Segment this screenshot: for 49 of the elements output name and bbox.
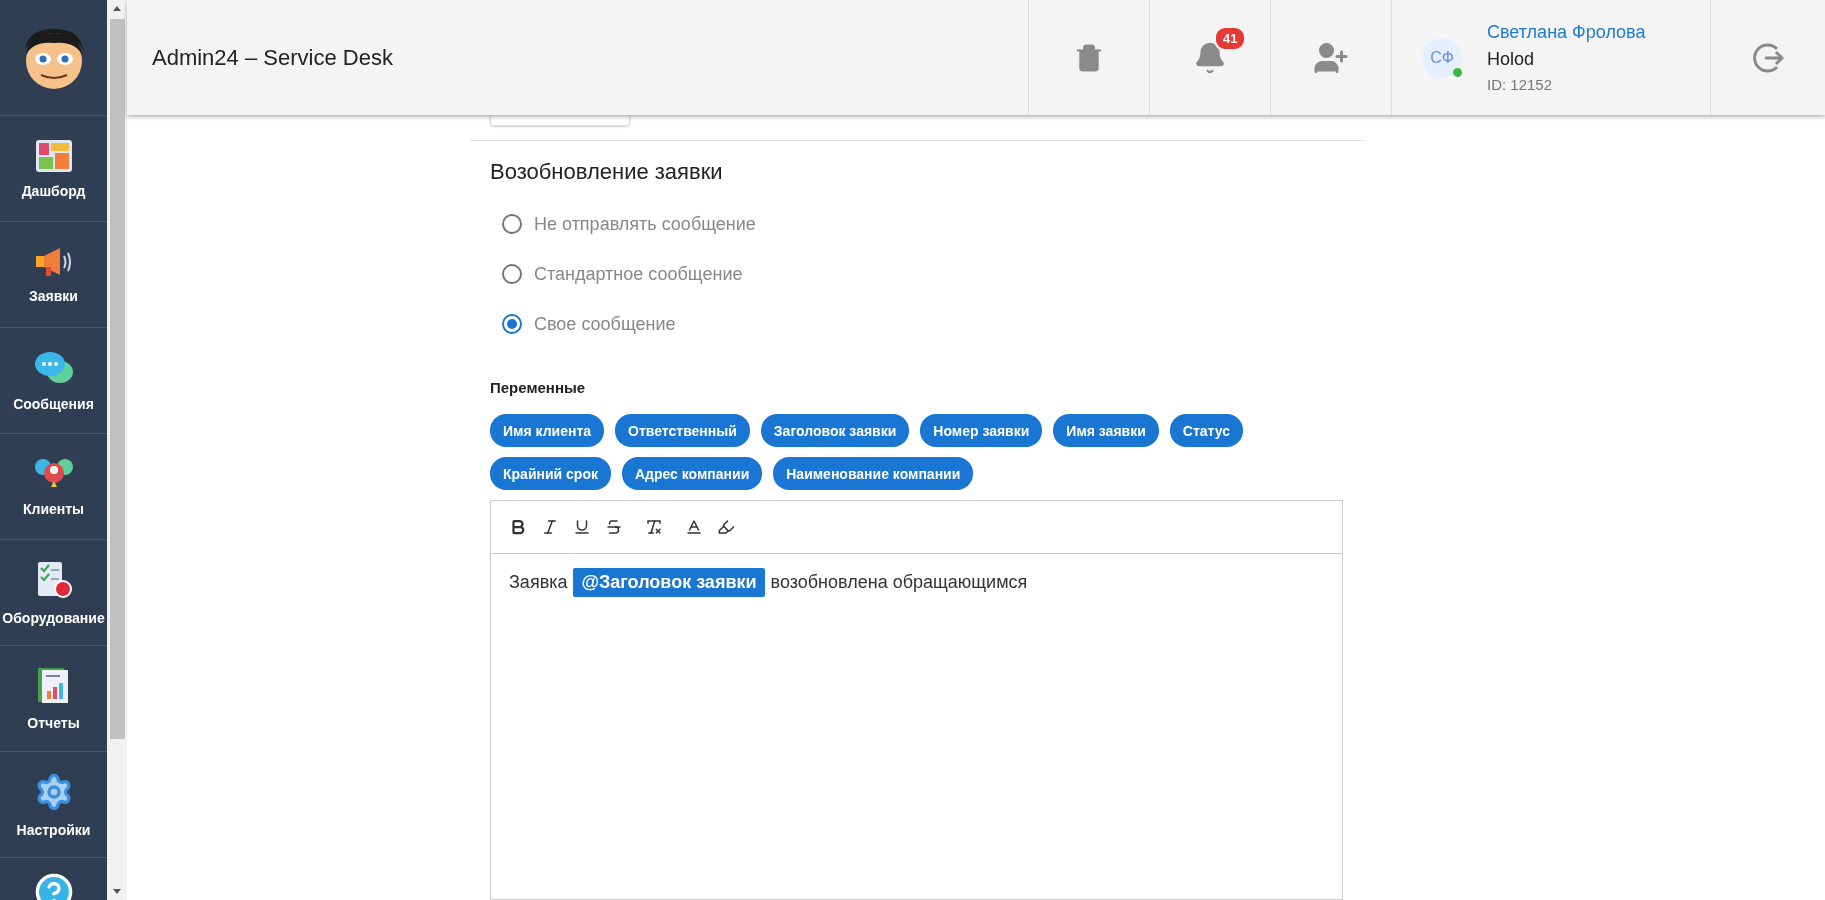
radio-option[interactable]: Стандартное сообщение (502, 249, 1363, 299)
radio-option[interactable]: Свое сообщение (502, 299, 1363, 349)
radio-label: Стандартное сообщение (534, 263, 743, 285)
trash-button[interactable] (1074, 42, 1104, 73)
scrollbar[interactable] (107, 0, 127, 900)
clear-format-button[interactable] (645, 518, 663, 536)
italic-button[interactable] (541, 518, 559, 536)
dashboard-icon (34, 138, 73, 173)
sidebar-item[interactable]: Оборудование (0, 540, 107, 646)
sidebar-item[interactable]: Дашборд (0, 116, 107, 222)
variable-chip[interactable]: Ответственный (615, 414, 750, 447)
radio-label: Свое сообщение (534, 313, 676, 335)
radio-label: Не отправлять сообщение (534, 213, 756, 235)
sidebar-item[interactable]: Отчеты (0, 646, 107, 752)
variable-chip[interactable]: Имя клиента (490, 414, 605, 447)
logout-icon (1751, 40, 1785, 75)
highlight-button[interactable] (717, 518, 735, 536)
company-name: Holod (1487, 49, 1536, 70)
user-name-link[interactable]: Светлана Фролова (1487, 22, 1646, 43)
text-color-button[interactable] (685, 518, 703, 536)
message-editor[interactable]: Заявка @Заголовок заявки возобновлена обращающимся (490, 500, 1343, 900)
trash-icon (1074, 42, 1104, 73)
variable-chip[interactable]: Адрес компании (621, 457, 763, 490)
section-title: Возобновление заявки (490, 159, 724, 185)
editor-text: Заявка (509, 572, 568, 593)
chat-bubbles-icon (33, 349, 74, 386)
notification-badge: 41 (1214, 26, 1247, 51)
user-id: ID: 12152 (1487, 76, 1554, 93)
underline-button[interactable] (573, 518, 591, 536)
strikethrough-button[interactable] (605, 518, 623, 536)
user-avatar: СФ (1422, 37, 1462, 78)
bold-button[interactable] (509, 518, 527, 536)
report-icon (36, 666, 71, 705)
variable-tag: @Заголовок заявки (573, 568, 765, 597)
variable-chip[interactable]: Заголовок заявки (760, 414, 910, 447)
help-icon (33, 872, 74, 900)
variable-chip[interactable]: Номер заявки (920, 414, 1043, 447)
logout-button[interactable] (1751, 40, 1785, 75)
variable-chip[interactable]: Наименование компании (773, 457, 974, 490)
megaphone-icon (33, 245, 74, 278)
app-title: Admin24 – Service Desk (151, 43, 394, 72)
variable-chip[interactable]: Имя заявки (1053, 414, 1159, 447)
editor-text: возобновлена обращающимся (770, 572, 1028, 593)
variable-chip[interactable]: Статус (1169, 414, 1243, 447)
variable-chip[interactable]: Крайний срок (490, 457, 611, 490)
sidebar-item[interactable]: Сообщения (0, 328, 107, 434)
sidebar-item[interactable]: Настройки (0, 752, 107, 858)
radio-option[interactable]: Не отправлять сообщение (502, 199, 1363, 249)
variables-label: Переменные (490, 379, 587, 396)
